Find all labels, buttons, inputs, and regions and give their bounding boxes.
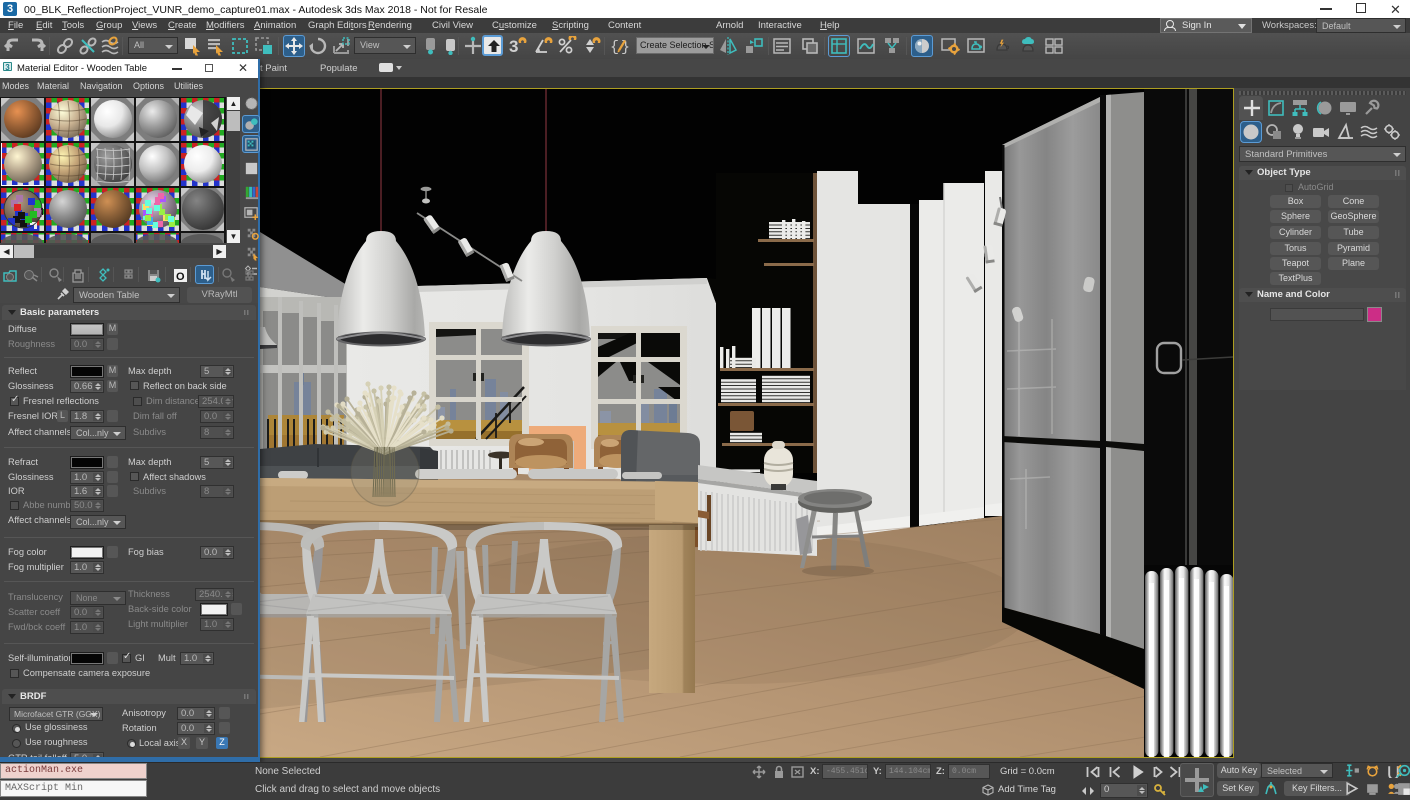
svg-text:{: { bbox=[610, 39, 619, 56]
svg-text:O: O bbox=[176, 271, 185, 283]
svg-text:3: 3 bbox=[509, 37, 518, 56]
